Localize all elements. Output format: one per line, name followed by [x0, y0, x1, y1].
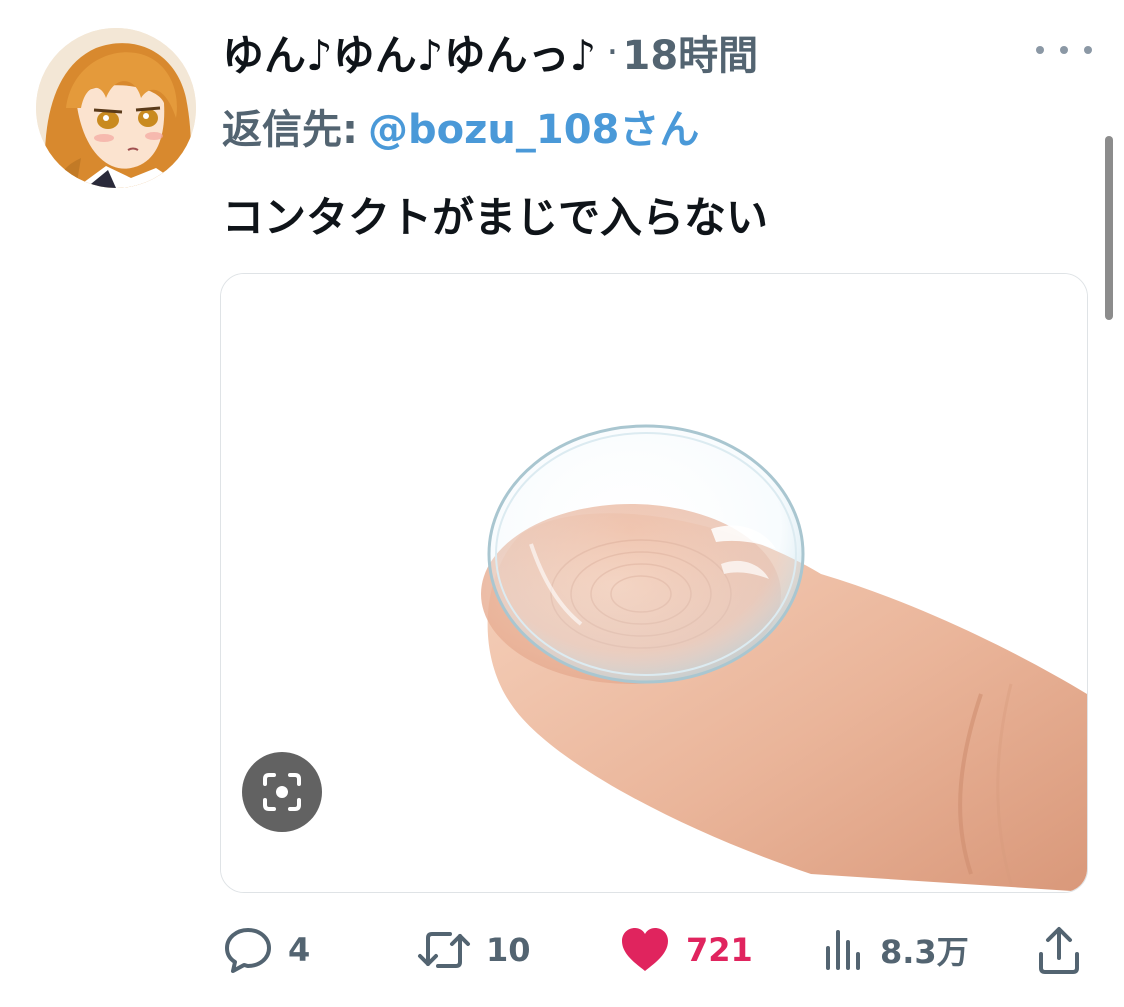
- more-dots-icon: [1060, 46, 1068, 54]
- tweet-header: ゆん♪ゆん♪ゆんっ♪ · 18時間: [222, 22, 758, 82]
- avatar[interactable]: [36, 28, 196, 188]
- more-dots-icon: [1084, 46, 1092, 54]
- reply-count: 4: [288, 931, 311, 969]
- display-name[interactable]: ゆん♪ゆん♪ゆんっ♪: [222, 22, 596, 83]
- retweet-button[interactable]: 10: [416, 920, 531, 980]
- lens-scan-button[interactable]: [242, 752, 322, 832]
- retweet-icon: [418, 932, 470, 968]
- reply-to-line: 返信先: @bozu_108さん: [222, 98, 699, 154]
- share-upload-icon: [1039, 927, 1079, 974]
- more-dots-icon: [1036, 46, 1044, 54]
- reply-bubble-icon: [225, 928, 271, 973]
- scrollbar-thumb[interactable]: [1105, 136, 1113, 320]
- share-button[interactable]: [1036, 920, 1082, 980]
- views-button[interactable]: 8.3万: [822, 920, 969, 980]
- timestamp[interactable]: 18時間: [623, 23, 759, 81]
- more-options-button[interactable]: [1036, 38, 1092, 62]
- heart-icon: [622, 928, 668, 971]
- like-button[interactable]: 721: [618, 920, 753, 980]
- lens-scan-icon: [263, 773, 301, 811]
- tweet-actions: 4 10 721 8.3万: [218, 920, 1088, 980]
- tweet-text: コンタクトがまじで入らない: [222, 193, 769, 242]
- tweet: ゆん♪ゆん♪ゆんっ♪ · 18時間 返信先: @bozu_108さん コンタクト…: [0, 0, 1124, 1007]
- reply-prefix: 返信先:: [222, 107, 358, 153]
- like-count: 721: [686, 931, 753, 969]
- analytics-bars-icon: [826, 930, 860, 970]
- reply-button[interactable]: 4: [222, 920, 310, 980]
- reply-handle-link[interactable]: @bozu_108さん: [368, 97, 699, 155]
- separator-dot: ·: [606, 30, 619, 74]
- tweet-image[interactable]: [220, 273, 1088, 893]
- retweet-count: 10: [486, 931, 531, 969]
- views-count: 8.3万: [880, 933, 969, 971]
